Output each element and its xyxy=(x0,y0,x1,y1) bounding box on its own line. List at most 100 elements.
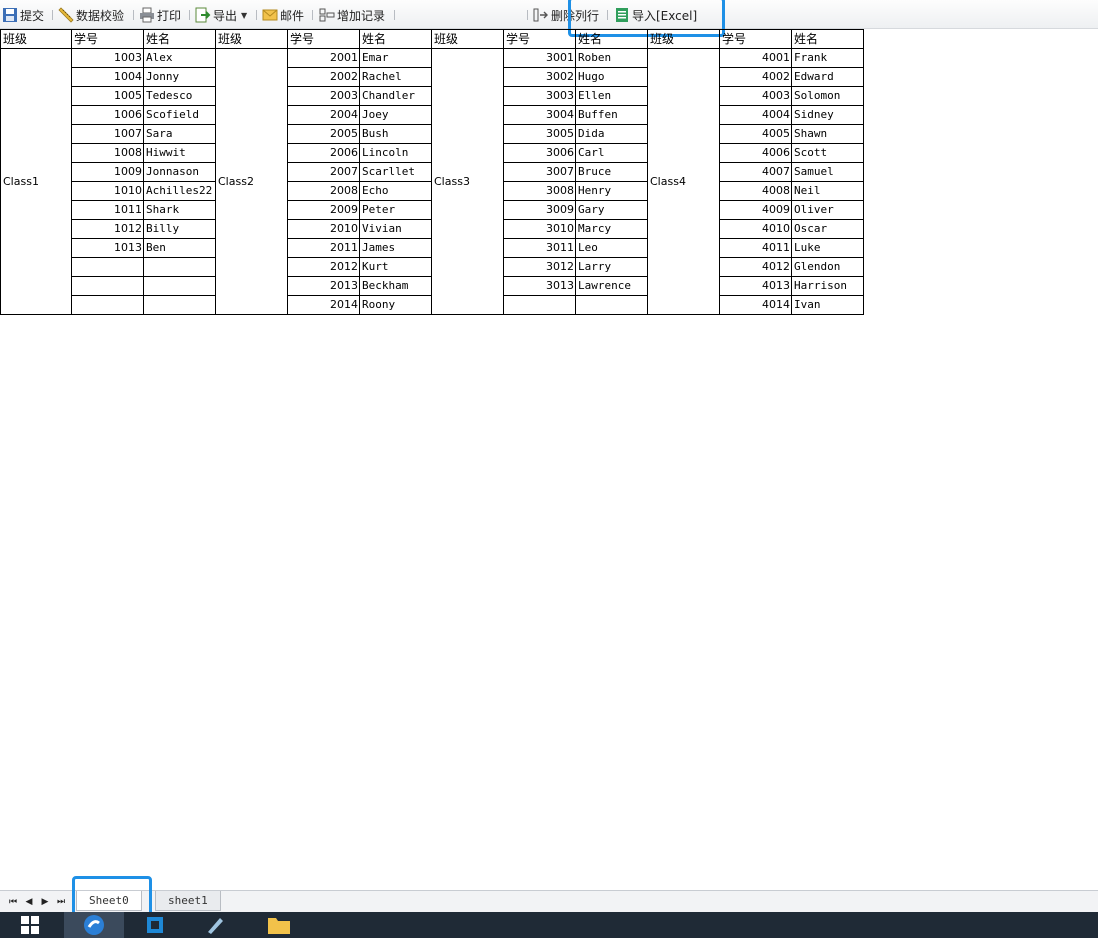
validate-button[interactable]: 数据校验 xyxy=(58,6,124,24)
student-id-cell[interactable]: 3006 xyxy=(504,144,576,163)
student-id-cell[interactable]: 1005 xyxy=(72,87,144,106)
student-name-cell[interactable]: Ivan xyxy=(792,296,864,315)
student-id-cell[interactable]: 3007 xyxy=(504,163,576,182)
student-name-cell[interactable]: Chandler xyxy=(360,87,432,106)
student-id-cell[interactable]: 4009 xyxy=(720,201,792,220)
student-id-cell[interactable]: 1008 xyxy=(72,144,144,163)
student-name-cell[interactable]: Harrison xyxy=(792,277,864,296)
taskbar-app-browser[interactable] xyxy=(64,912,124,938)
student-name-cell[interactable]: Billy xyxy=(144,220,216,239)
student-id-cell[interactable]: 2012 xyxy=(288,258,360,277)
student-id-cell[interactable]: 3010 xyxy=(504,220,576,239)
student-id-cell[interactable]: 2002 xyxy=(288,68,360,87)
submit-button[interactable]: 提交 xyxy=(2,6,44,24)
student-id-cell[interactable]: 4001 xyxy=(720,49,792,68)
student-id-cell[interactable]: 1010 xyxy=(72,182,144,201)
student-name-cell[interactable]: Larry xyxy=(576,258,648,277)
student-name-cell[interactable]: Vivian xyxy=(360,220,432,239)
student-id-cell[interactable]: 3011 xyxy=(504,239,576,258)
header-name[interactable]: 姓名 xyxy=(144,29,216,49)
student-id-cell[interactable]: 1011 xyxy=(72,201,144,220)
student-name-cell[interactable]: Neil xyxy=(792,182,864,201)
header-id[interactable]: 学号 xyxy=(504,29,576,49)
student-name-cell[interactable]: Luke xyxy=(792,239,864,258)
student-id-cell[interactable]: 3005 xyxy=(504,125,576,144)
student-name-cell[interactable]: Lawrence xyxy=(576,277,648,296)
student-name-cell[interactable]: Bush xyxy=(360,125,432,144)
header-class[interactable]: 班级 xyxy=(432,29,504,49)
student-name-cell[interactable]: Solomon xyxy=(792,87,864,106)
next-sheet-icon[interactable]: ▶ xyxy=(38,895,52,909)
student-name-cell[interactable]: Tedesco xyxy=(144,87,216,106)
tab-sheet0[interactable]: Sheet0 xyxy=(76,891,142,911)
student-id-cell[interactable]: 3009 xyxy=(504,201,576,220)
student-name-cell[interactable]: Hiwwit xyxy=(144,144,216,163)
import-excel-button[interactable]: 导入[Excel] xyxy=(614,6,697,24)
tab-sheet1[interactable]: sheet1 xyxy=(155,891,221,911)
student-id-cell[interactable]: 4007 xyxy=(720,163,792,182)
student-name-cell[interactable]: Samuel xyxy=(792,163,864,182)
student-id-cell[interactable]: 3004 xyxy=(504,106,576,125)
student-id-cell[interactable] xyxy=(504,296,576,315)
student-id-cell[interactable]: 4002 xyxy=(720,68,792,87)
student-name-cell[interactable]: Frank xyxy=(792,49,864,68)
student-name-cell[interactable]: Scofield xyxy=(144,106,216,125)
student-name-cell[interactable]: Sara xyxy=(144,125,216,144)
student-id-cell[interactable]: 1003 xyxy=(72,49,144,68)
student-name-cell[interactable]: Rachel xyxy=(360,68,432,87)
student-id-cell[interactable]: 2001 xyxy=(288,49,360,68)
student-name-cell[interactable]: Glendon xyxy=(792,258,864,277)
taskbar-app-3[interactable] xyxy=(186,912,244,938)
student-id-cell[interactable]: 2011 xyxy=(288,239,360,258)
student-name-cell[interactable] xyxy=(576,296,648,315)
student-name-cell[interactable]: James xyxy=(360,239,432,258)
student-id-cell[interactable]: 1007 xyxy=(72,125,144,144)
header-class[interactable]: 班级 xyxy=(216,29,288,49)
student-id-cell[interactable] xyxy=(72,258,144,277)
header-name[interactable]: 姓名 xyxy=(792,29,864,49)
student-id-cell[interactable] xyxy=(72,277,144,296)
print-button[interactable]: 打印 xyxy=(139,6,181,24)
student-name-cell[interactable]: Oscar xyxy=(792,220,864,239)
header-id[interactable]: 学号 xyxy=(720,29,792,49)
class-cell[interactable]: Class3 xyxy=(432,49,504,315)
student-name-cell[interactable]: Edward xyxy=(792,68,864,87)
student-id-cell[interactable]: 4003 xyxy=(720,87,792,106)
student-id-cell[interactable]: 2003 xyxy=(288,87,360,106)
student-id-cell[interactable]: 2005 xyxy=(288,125,360,144)
student-name-cell[interactable]: Emar xyxy=(360,49,432,68)
student-name-cell[interactable]: Henry xyxy=(576,182,648,201)
student-id-cell[interactable]: 3002 xyxy=(504,68,576,87)
student-id-cell[interactable]: 2004 xyxy=(288,106,360,125)
add-record-button[interactable]: 增加记录 xyxy=(319,6,385,24)
student-id-cell[interactable]: 4005 xyxy=(720,125,792,144)
student-id-cell[interactable]: 1006 xyxy=(72,106,144,125)
student-name-cell[interactable]: Shark xyxy=(144,201,216,220)
student-id-cell[interactable]: 3008 xyxy=(504,182,576,201)
student-name-cell[interactable]: Scarllet xyxy=(360,163,432,182)
student-id-cell[interactable]: 4008 xyxy=(720,182,792,201)
taskbar-file-explorer[interactable] xyxy=(250,912,308,938)
student-name-cell[interactable]: Bruce xyxy=(576,163,648,182)
student-id-cell[interactable]: 2008 xyxy=(288,182,360,201)
student-id-cell[interactable]: 2006 xyxy=(288,144,360,163)
student-id-cell[interactable]: 1009 xyxy=(72,163,144,182)
delete-row-button[interactable]: 删除列行 xyxy=(533,6,599,24)
student-id-cell[interactable]: 4004 xyxy=(720,106,792,125)
header-class[interactable]: 班级 xyxy=(648,29,720,49)
student-id-cell[interactable]: 3013 xyxy=(504,277,576,296)
student-name-cell[interactable]: Roben xyxy=(576,49,648,68)
student-name-cell[interactable]: Hugo xyxy=(576,68,648,87)
student-name-cell[interactable]: Ellen xyxy=(576,87,648,106)
header-id[interactable]: 学号 xyxy=(72,29,144,49)
student-id-cell[interactable]: 1013 xyxy=(72,239,144,258)
student-id-cell[interactable]: 2009 xyxy=(288,201,360,220)
class-cell[interactable]: Class4 xyxy=(648,49,720,315)
student-id-cell[interactable]: 4014 xyxy=(720,296,792,315)
student-name-cell[interactable]: Marcy xyxy=(576,220,648,239)
student-name-cell[interactable] xyxy=(144,277,216,296)
student-id-cell[interactable]: 3001 xyxy=(504,49,576,68)
student-id-cell[interactable]: 3003 xyxy=(504,87,576,106)
student-name-cell[interactable] xyxy=(144,296,216,315)
student-id-cell[interactable]: 3012 xyxy=(504,258,576,277)
